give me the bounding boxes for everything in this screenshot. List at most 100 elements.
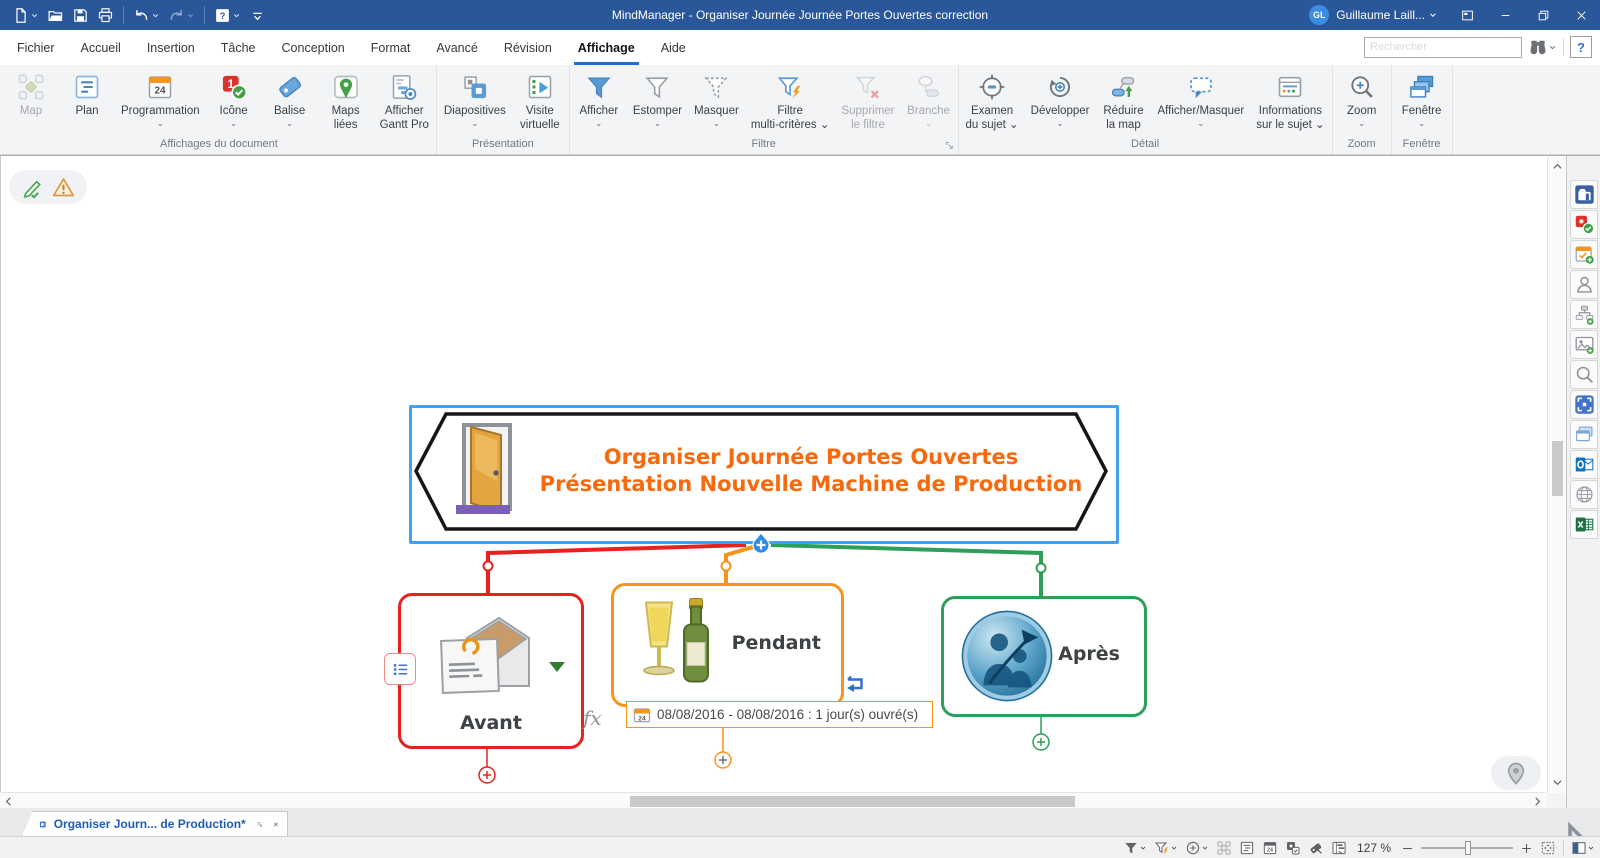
formula-icon[interactable]: fx	[583, 706, 602, 730]
visite-virtuelle-button[interactable]: Visitevirtuelle	[512, 71, 568, 135]
diapositives-button[interactable]: Diapositives⌄	[438, 71, 512, 130]
tab-insertion[interactable]: Insertion	[134, 30, 208, 65]
help-button[interactable]: ?	[210, 2, 245, 28]
chevron-down-icon[interactable]	[1428, 10, 1438, 20]
fenetre-button[interactable]: Fenêtre⌄	[1394, 71, 1450, 130]
panel-tab-outlook[interactable]	[1570, 450, 1598, 479]
plan-view-button[interactable]: Plan	[59, 71, 115, 121]
schedule-view-status-button[interactable]: 24	[1262, 840, 1278, 856]
open-file-button[interactable]	[43, 2, 68, 28]
panel-tab-resources[interactable]	[1570, 270, 1598, 299]
scroll-left-icon[interactable]	[3, 796, 14, 807]
map-status-pill	[9, 170, 87, 204]
horizontal-scroll-thumb[interactable]	[630, 796, 1075, 807]
close-tab-icon[interactable]	[273, 819, 279, 830]
panel-tab-icon-markers[interactable]	[1570, 210, 1598, 239]
locate-map-button[interactable]	[1491, 756, 1541, 790]
panel-tab-map-parts[interactable]	[1570, 300, 1598, 329]
vertical-scroll-thumb[interactable]	[1552, 441, 1563, 496]
save-button[interactable]	[68, 2, 93, 28]
panel-tab-focus[interactable]	[1570, 390, 1598, 419]
outline-view-status-button[interactable]	[1239, 840, 1255, 856]
tab-accueil[interactable]: Accueil	[68, 30, 134, 65]
tab-revision[interactable]: Révision	[491, 30, 565, 65]
zoom-in-button[interactable]	[1520, 842, 1533, 855]
zoom-button[interactable]: Zoom⌄	[1334, 71, 1390, 130]
tab-conception[interactable]: Conception	[269, 30, 358, 65]
central-topic-text[interactable]: Organiser Journée Portes Ouvertes Présen…	[521, 444, 1101, 498]
relationship-icon[interactable]	[843, 674, 869, 696]
estomper-button[interactable]: Estomper⌄	[627, 71, 688, 130]
topic-notes-icon[interactable]	[384, 653, 416, 685]
panel-tab-web[interactable]	[1570, 480, 1598, 509]
edit-ok-icon[interactable]	[22, 176, 45, 199]
float-tab-icon[interactable]	[257, 819, 263, 830]
developper-button[interactable]: Développer⌄	[1025, 71, 1096, 130]
fit-map-button[interactable]	[1540, 840, 1556, 856]
icons-view-status-button[interactable]	[1285, 840, 1301, 856]
scroll-down-icon[interactable]	[1552, 777, 1563, 788]
filter-status-button[interactable]	[1123, 840, 1147, 856]
topic-apres[interactable]: Après	[941, 596, 1147, 717]
scroll-right-icon[interactable]	[1532, 796, 1543, 807]
masquer-button[interactable]: Masquer⌄	[688, 71, 745, 130]
tab-fichier[interactable]: Fichier	[4, 30, 68, 65]
panel-tab-task-info[interactable]	[1570, 240, 1598, 269]
maps-liees-button[interactable]: Mapsliées	[318, 71, 374, 135]
filtre-multi-criteres-button[interactable]: Filtremulti-critères ⌄	[745, 71, 836, 135]
afficher-gantt-pro-button[interactable]: AfficherGantt Pro	[374, 71, 435, 135]
reduire-la-map-button[interactable]: Réduirela map	[1095, 71, 1151, 135]
help-button[interactable]: ?	[1570, 36, 1592, 58]
scroll-up-icon[interactable]	[1552, 161, 1563, 172]
undo-button[interactable]	[129, 2, 164, 28]
user-name[interactable]: Guillaume Laill...	[1336, 8, 1425, 22]
subtopics-collapsed-icon[interactable]	[549, 662, 565, 672]
topic-avant[interactable]: Avant	[398, 593, 584, 749]
tab-avance[interactable]: Avancé	[423, 30, 490, 65]
dialog-launcher-icon[interactable]	[944, 140, 955, 151]
restore-button[interactable]	[1524, 0, 1562, 30]
develop-status-button[interactable]	[1185, 840, 1209, 856]
task-info-bar[interactable]: 24 08/08/2016 - 08/08/2016 : 1 jour(s) o…	[626, 701, 933, 728]
panel-tab-linked-windows[interactable]	[1570, 420, 1598, 449]
icone-button[interactable]: 1Icône⌄	[206, 71, 262, 130]
informations-sur-le-sujet-button[interactable]: Informationssur le sujet ⌄	[1250, 71, 1330, 135]
search-input[interactable]	[1364, 37, 1522, 58]
panel-tab-search[interactable]	[1570, 360, 1598, 389]
tags-view-status-button[interactable]	[1308, 840, 1324, 856]
minimize-button[interactable]	[1486, 0, 1524, 30]
document-tab[interactable]: Organiser Journ... de Production*	[22, 811, 288, 836]
vertical-scrollbar[interactable]	[1547, 155, 1567, 793]
zoom-slider[interactable]	[1421, 841, 1513, 855]
panel-tab-excel[interactable]	[1570, 510, 1598, 539]
programmation-button[interactable]: 24Programmation⌄	[115, 71, 206, 130]
afficher-masquer-button[interactable]: Afficher/Masquer⌄	[1151, 71, 1250, 130]
tab-aide[interactable]: Aide	[648, 30, 699, 65]
zoom-slider-handle[interactable]	[1465, 841, 1471, 855]
tab-affichage[interactable]: Affichage	[565, 30, 648, 65]
new-document-button[interactable]	[8, 2, 43, 28]
horizontal-scrollbar[interactable]	[0, 792, 1546, 809]
add-topic-marker[interactable]	[751, 532, 771, 555]
task-pane-toggle[interactable]	[1571, 840, 1595, 856]
panel-tab-library[interactable]	[1570, 330, 1598, 359]
topic-pendant[interactable]: Pendant	[611, 583, 844, 707]
panel-tab-map-index[interactable]	[1570, 180, 1598, 209]
warning-icon[interactable]	[52, 176, 75, 199]
find-button[interactable]	[1528, 37, 1557, 57]
balise-button[interactable]: Balise⌄	[262, 71, 318, 130]
gantt-view-status-button[interactable]	[1331, 840, 1347, 856]
redo-button[interactable]	[164, 2, 199, 28]
close-button[interactable]	[1562, 0, 1600, 30]
tab-format[interactable]: Format	[358, 30, 424, 65]
tab-tache[interactable]: Tâche	[208, 30, 269, 65]
window-switch-button[interactable]	[1448, 0, 1486, 30]
customize-toolbar-button[interactable]	[245, 2, 270, 28]
afficher-filtre-button[interactable]: Afficher⌄	[571, 71, 627, 130]
avatar[interactable]: GL	[1309, 5, 1329, 25]
examen-du-sujet-button[interactable]: Examendu sujet ⌄	[960, 71, 1025, 135]
print-button[interactable]	[93, 2, 118, 28]
filter-multi-status-button[interactable]	[1154, 840, 1178, 856]
zoom-out-button[interactable]	[1401, 842, 1414, 855]
map-canvas[interactable]: Organiser Journée Portes Ouvertes Présen…	[0, 155, 1547, 793]
